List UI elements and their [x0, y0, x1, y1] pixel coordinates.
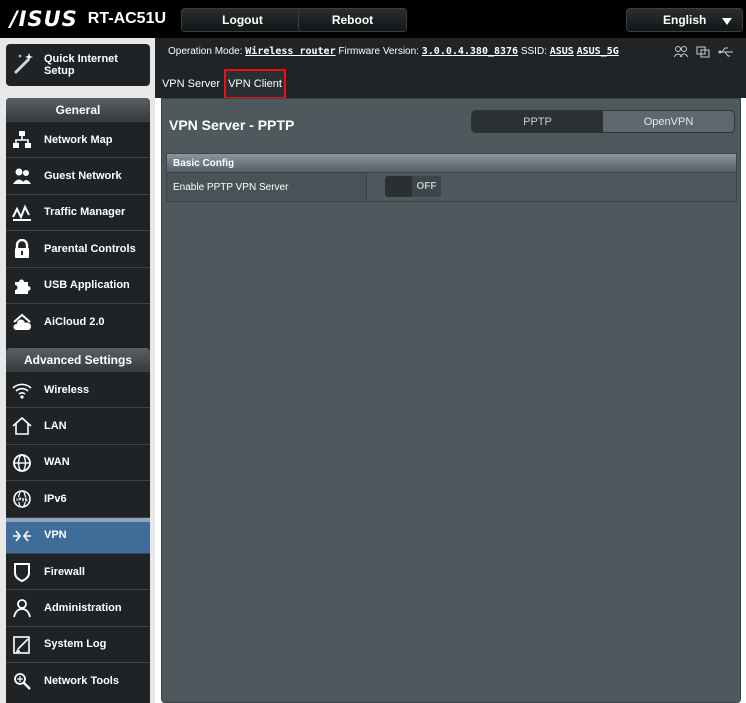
chevron-down-icon	[722, 18, 732, 25]
menu-item-wireless[interactable]: Wireless	[6, 371, 150, 408]
menu-label: Administration	[44, 602, 122, 615]
menu-item-network-map[interactable]: Network Map	[6, 121, 150, 158]
menu-item-network-tools[interactable]: Network Tools	[6, 662, 150, 699]
sidebar: Quick Internet Setup General Network Map…	[0, 38, 155, 703]
operation-mode-label: Operation Mode:	[168, 46, 243, 57]
tools-icon	[14, 673, 31, 690]
content-area: VPN Server - PPTP PPTP OpenVPN Basic Con…	[161, 98, 741, 703]
network-map-icon	[13, 131, 31, 148]
tab-vpn-server[interactable]: VPN Server	[161, 72, 221, 96]
protocol-switch: PPTP OpenVPN	[471, 110, 735, 133]
menu-item-ipv6[interactable]: IPv6	[6, 480, 150, 517]
usb-icon[interactable]	[718, 46, 734, 58]
lock-icon	[15, 239, 29, 259]
protocol-pptp-tab[interactable]: PPTP	[472, 111, 603, 132]
brand-logo: /ISUS	[10, 7, 78, 31]
logout-button[interactable]: Logout	[181, 8, 304, 32]
toggle-knob	[385, 176, 412, 197]
copy-icon[interactable]	[696, 46, 710, 58]
menu-item-lan[interactable]: LAN	[6, 407, 150, 444]
language-select[interactable]: English	[626, 8, 743, 32]
language-label: English	[663, 13, 707, 27]
guest-network-icon	[13, 168, 31, 185]
ssid-label: SSID:	[520, 46, 547, 57]
firmware-label: Firmware Version:	[338, 46, 419, 57]
menu-item-guest-network[interactable]: Guest Network	[6, 157, 150, 194]
menu-item-traffic-manager[interactable]: Traffic Manager	[6, 193, 150, 231]
status-text: Operation Mode: Wireless router Firmware…	[168, 46, 619, 57]
asus-logo[interactable]: /ISUS RT-AC51U	[10, 6, 166, 32]
enable-pptp-toggle[interactable]: OFF	[385, 176, 441, 197]
basic-config-header: Basic Config	[166, 153, 737, 173]
menu-label: IPv6	[44, 492, 67, 505]
menu-label: Firewall	[44, 565, 85, 578]
user-icon	[13, 599, 31, 618]
menu-label: Traffic Manager	[44, 206, 126, 219]
model-name: RT-AC51U	[87, 10, 167, 27]
enable-pptp-label: Enable PPTP VPN Server	[167, 173, 367, 201]
globe-icon	[13, 453, 31, 472]
reboot-button[interactable]: Reboot	[298, 8, 407, 32]
cloud-home-icon	[13, 313, 32, 330]
tab-vpn-client[interactable]: VPN Client	[224, 69, 286, 99]
menu-label: Network Map	[44, 133, 113, 146]
magic-wand-icon	[12, 51, 36, 80]
top-header: /ISUS RT-AC51U Logout Reboot English	[0, 0, 746, 38]
ssid-link[interactable]: ASUS	[550, 46, 574, 57]
menu-label: Parental Controls	[44, 242, 136, 255]
shield-icon	[14, 562, 30, 582]
menu-label: LAN	[44, 420, 67, 433]
traffic-manager-icon	[12, 204, 31, 221]
menu-item-system-log[interactable]: System Log	[6, 625, 150, 663]
tab-bar: VPN Server VPN Client	[155, 66, 746, 99]
menu-item-administration[interactable]: Administration	[6, 589, 150, 626]
vpn-icon	[13, 530, 31, 542]
ipv6-globe-icon	[13, 490, 31, 508]
home-icon	[12, 417, 32, 436]
operation-mode-link[interactable]: Wireless router	[245, 46, 335, 57]
log-icon	[13, 635, 30, 654]
status-bar: Operation Mode: Wireless router Firmware…	[155, 38, 746, 66]
firmware-link[interactable]: 3.0.0.4.380_8376	[422, 46, 518, 57]
toggle-state: OFF	[416, 181, 437, 192]
menu-item-usb-application[interactable]: USB Application	[6, 266, 150, 303]
advanced-menu-title: Advanced Settings	[6, 348, 150, 371]
menu-item-parental-controls[interactable]: Parental Controls	[6, 230, 150, 267]
menu-label: System Log	[44, 638, 107, 651]
general-menu: General Network Map Guest Network Traffi…	[6, 98, 150, 384]
menu-item-wan[interactable]: WAN	[6, 443, 150, 481]
menu-item-firewall[interactable]: Firewall	[6, 552, 150, 590]
menu-label: Network Tools	[44, 674, 119, 687]
menu-label: AiCloud 2.0	[44, 315, 105, 328]
menu-item-aicloud[interactable]: AiCloud 2.0	[6, 302, 150, 340]
enable-pptp-row: Enable PPTP VPN Server OFF	[166, 173, 737, 202]
advanced-settings-menu: Advanced Settings Wireless LAN WAN IPv6 …	[6, 348, 150, 703]
status-icons	[674, 46, 734, 58]
wifi-icon	[12, 383, 32, 399]
quick-setup-label: Quick Internet Setup	[44, 53, 118, 77]
menu-label: USB Application	[44, 279, 130, 292]
clients-icon[interactable]	[674, 46, 688, 58]
menu-label: WAN	[44, 456, 70, 469]
page-title: VPN Server - PPTP	[169, 117, 295, 133]
puzzle-icon	[15, 279, 31, 294]
menu-label: VPN	[44, 529, 67, 542]
ssid-5g-link[interactable]: ASUS_5G	[577, 46, 619, 57]
quick-internet-setup-button[interactable]: Quick Internet Setup	[6, 44, 150, 86]
menu-label: Guest Network	[44, 170, 122, 183]
protocol-openvpn-tab[interactable]: OpenVPN	[603, 111, 734, 132]
menu-item-vpn[interactable]: VPN	[6, 516, 150, 553]
main-panel: Operation Mode: Wireless router Firmware…	[155, 38, 746, 703]
menu-label: Wireless	[44, 383, 90, 396]
general-menu-title: General	[6, 98, 150, 121]
